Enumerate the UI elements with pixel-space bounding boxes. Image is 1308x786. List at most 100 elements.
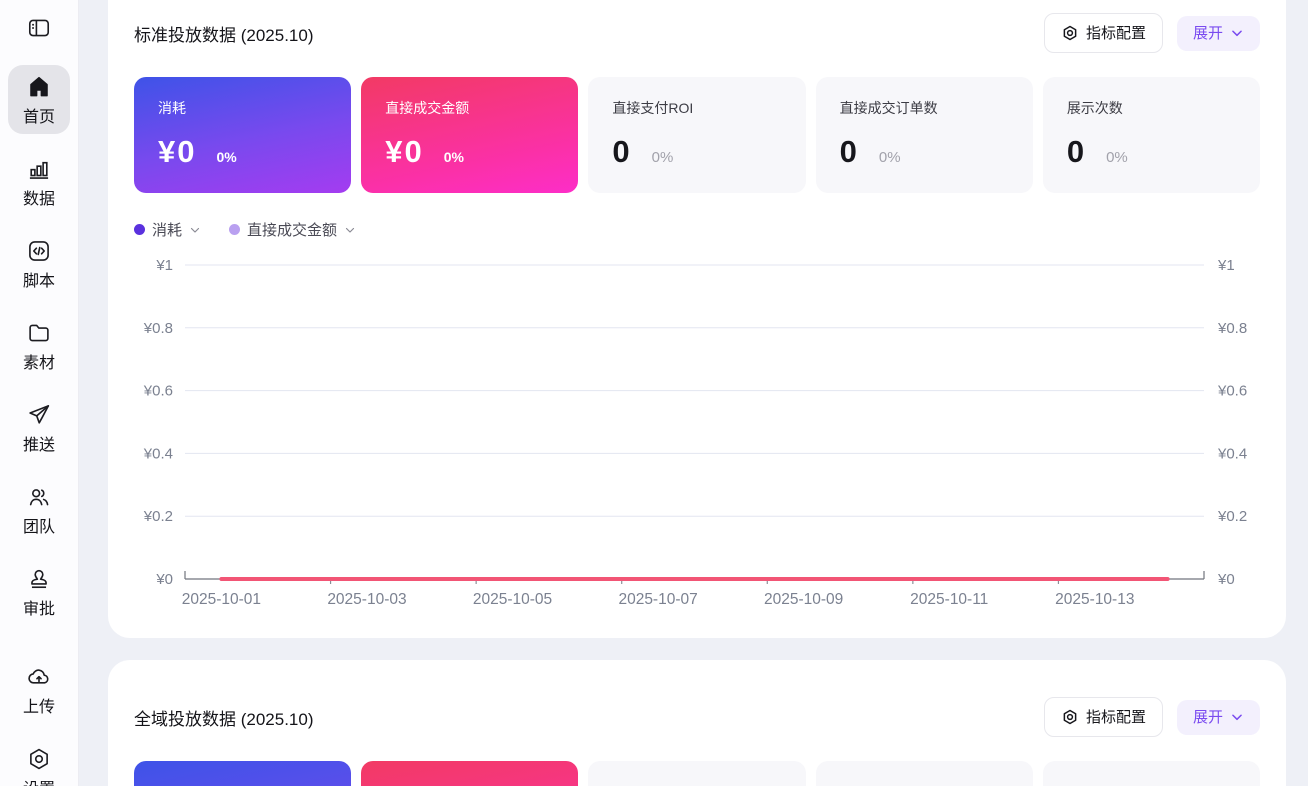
chevron-down-icon	[1232, 30, 1242, 37]
stat-change: 0%	[443, 149, 464, 165]
svg-text:¥0: ¥0	[1217, 571, 1235, 588]
bar-chart-icon	[29, 161, 49, 179]
metric-config-button[interactable]: 指标配置	[1043, 13, 1163, 53]
code-icon	[29, 241, 49, 261]
svg-text:2025-10-09: 2025-10-09	[764, 591, 843, 608]
stat-card	[1042, 761, 1261, 786]
stat-card	[588, 761, 806, 786]
stamp-icon	[31, 569, 47, 589]
svg-text:¥0.4: ¥0.4	[1217, 445, 1247, 462]
stat-change: 0%	[1106, 149, 1128, 166]
stat-card-direct-roi: 直接支付ROI 0 0%	[588, 77, 806, 193]
stat-label: 消耗	[158, 100, 186, 116]
legend-item-direct-gmv[interactable]: 直接成交金额	[229, 219, 356, 240]
stat-change: 0%	[878, 149, 901, 166]
line-chart-svg: ¥1 ¥1 ¥0.8 ¥0.8 ¥0.6 ¥0.6 ¥0.4 ¥0.4 ¥0.2 ¥0.2 ¥0 ¥0…	[143, 257, 1247, 608]
expand-label: 展开	[1192, 708, 1223, 726]
sidebar: 首页 数据 脚本 素材 推送 团队 审批 上传	[0, 0, 79, 786]
svg-text:2025-10-11: 2025-10-11	[910, 591, 988, 608]
stat-card-direct-gmv: 直接成交金额 ¥0 0%	[361, 77, 579, 193]
standard-delivery-section: 标准投放数据 (2025.10) 指标配置 展开 消耗 ¥0 0% 直接成交金额…	[108, 0, 1286, 638]
sidebar-toggle-icon	[28, 19, 50, 37]
stat-label: 直接成交订单数	[839, 100, 938, 116]
svg-text:¥0.8: ¥0.8	[143, 320, 173, 337]
sidebar-item-label: 脚本	[22, 273, 55, 290]
svg-text:¥0.6: ¥0.6	[143, 383, 173, 400]
legend-item-consumption[interactable]: 消耗	[134, 219, 201, 240]
main-content: 标准投放数据 (2025.10) 指标配置 展开 消耗 ¥0 0% 直接成交金额…	[108, 0, 1286, 786]
svg-text:¥1: ¥1	[155, 257, 173, 274]
sidebar-item-push[interactable]: 推送	[8, 393, 70, 462]
svg-text:2025-10-07: 2025-10-07	[618, 591, 697, 608]
chevron-down-icon	[190, 227, 200, 233]
stat-card-row: 消耗 ¥0 0% 直接成交金额 ¥0 0% 直接支付ROI 0 0% 直接成交订…	[134, 77, 1261, 193]
legend-dot	[134, 224, 145, 235]
stat-change: 0%	[651, 149, 674, 166]
stat-label: 直接支付ROI	[612, 100, 694, 116]
sidebar-item-label: 素材	[22, 355, 55, 372]
svg-text:¥1: ¥1	[1217, 257, 1235, 274]
sidebar-toggle-button[interactable]	[22, 15, 56, 41]
cloud-upload-icon	[28, 669, 49, 684]
sidebar-item-label: 推送	[22, 437, 55, 454]
sidebar-item-material[interactable]: 素材	[8, 311, 70, 380]
stat-label: 展示次数	[1066, 100, 1123, 116]
stat-card-direct-orders: 直接成交订单数 0 0%	[815, 77, 1033, 193]
stat-card	[361, 761, 579, 786]
trend-chart: ¥1 ¥1 ¥0.8 ¥0.8 ¥0.6 ¥0.6 ¥0.4 ¥0.4 ¥0.2 ¥0.2 ¥0 ¥0…	[108, 248, 1286, 608]
settings-icon	[30, 748, 48, 770]
stat-change: 0%	[216, 149, 237, 165]
metric-config-icon	[1063, 709, 1077, 725]
stat-card-impressions: 展示次数 0 0%	[1042, 77, 1261, 193]
stat-label: 直接成交金额	[385, 100, 470, 116]
sidebar-item-label: 设置	[23, 775, 55, 786]
send-icon	[29, 405, 50, 424]
svg-text:¥0.2: ¥0.2	[1217, 508, 1247, 525]
chevron-down-icon	[1232, 714, 1242, 721]
stat-card	[815, 761, 1033, 786]
sidebar-item-label: 数据	[22, 191, 55, 208]
sidebar-item-upload[interactable]: 上传	[8, 655, 70, 724]
stat-value: 0	[612, 134, 632, 169]
svg-text:¥0.2: ¥0.2	[143, 508, 173, 525]
metric-config-label: 指标配置	[1085, 24, 1146, 42]
svg-text:2025-10-01: 2025-10-01	[182, 591, 261, 608]
team-icon	[29, 489, 49, 506]
expand-label: 展开	[1192, 24, 1223, 42]
stat-value: ¥0	[158, 134, 197, 169]
svg-text:¥0.4: ¥0.4	[143, 445, 173, 462]
svg-text:2025-10-05: 2025-10-05	[473, 591, 552, 608]
metric-config-icon	[1063, 25, 1077, 41]
section-title: 标准投放数据 (2025.10)	[134, 25, 314, 45]
svg-text:2025-10-03: 2025-10-03	[327, 591, 406, 608]
legend-label: 消耗	[152, 222, 183, 239]
metric-config-button-global[interactable]: 指标配置	[1043, 697, 1163, 737]
expand-button-global[interactable]: 展开	[1176, 699, 1260, 735]
chevron-down-icon	[345, 227, 355, 233]
svg-text:¥0.8: ¥0.8	[1217, 320, 1247, 337]
legend-label: 直接成交金额	[247, 222, 338, 239]
sidebar-item-settings[interactable]: 设置	[8, 737, 70, 786]
section-title: 全域投放数据 (2025.10)	[134, 709, 314, 729]
svg-text:¥0: ¥0	[155, 571, 173, 588]
stat-card-row-global	[134, 761, 1261, 786]
folder-icon	[29, 324, 49, 342]
svg-text:2025-10-13: 2025-10-13	[1055, 591, 1134, 608]
chart-legend: 消耗 直接成交金额	[134, 219, 1260, 240]
sidebar-item-data[interactable]: 数据	[8, 147, 70, 216]
sidebar-item-label: 上传	[22, 699, 55, 716]
sidebar-item-label: 审批	[22, 601, 55, 618]
stat-card-consumption: 消耗 ¥0 0%	[134, 77, 352, 193]
global-delivery-section: 全域投放数据 (2025.10) 指标配置 展开	[108, 660, 1286, 786]
expand-button[interactable]: 展开	[1176, 15, 1260, 51]
sidebar-item-label: 首页	[22, 109, 55, 126]
sidebar-item-script[interactable]: 脚本	[8, 229, 70, 298]
stat-value: 0	[1066, 134, 1087, 169]
sidebar-item-home[interactable]: 首页	[8, 65, 70, 134]
stat-value: ¥0	[385, 134, 424, 169]
metric-config-label: 指标配置	[1085, 708, 1146, 726]
sidebar-item-team[interactable]: 团队	[8, 475, 70, 544]
sidebar-item-approval[interactable]: 审批	[8, 557, 70, 626]
sidebar-item-label: 团队	[22, 519, 55, 536]
stat-value: 0	[839, 134, 859, 169]
